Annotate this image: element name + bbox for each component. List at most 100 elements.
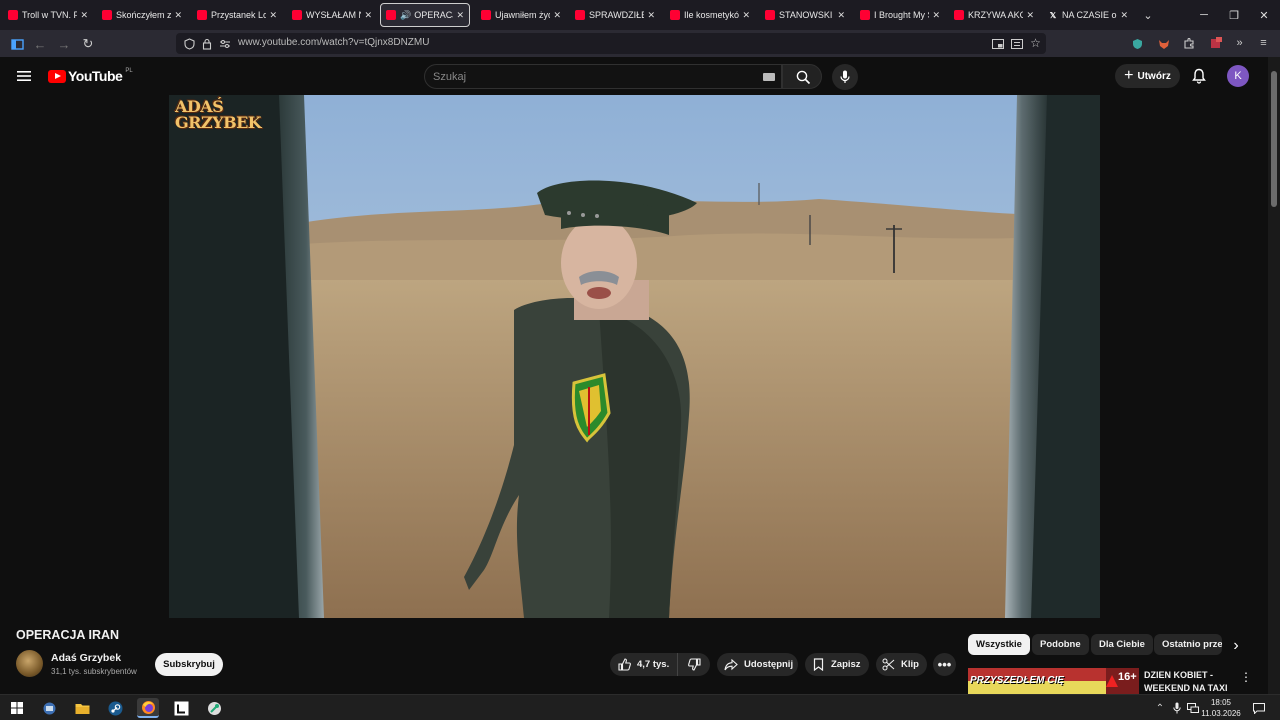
search-input[interactable] [433, 69, 743, 85]
close-tab-icon[interactable]: ✕ [269, 10, 277, 21]
minimize-icon[interactable]: ─ [1188, 0, 1220, 30]
search-button[interactable] [782, 64, 822, 89]
notifications-icon[interactable] [1252, 701, 1265, 715]
subscribe-button[interactable]: Subskrybuj [155, 653, 223, 676]
youtube-favicon-icon [386, 10, 396, 20]
url-text[interactable]: www.youtube.com/watch?v=tQjnx8DNZMU [238, 37, 429, 48]
video-menu-icon[interactable]: ⋮ [1240, 669, 1252, 685]
guide-menu-icon[interactable] [16, 68, 32, 84]
youtube-favicon-icon [954, 10, 964, 20]
reload-icon[interactable]: ↻ [78, 34, 98, 54]
chip-all[interactable]: Wszystkie [968, 634, 1030, 655]
microphone-tray-icon[interactable] [1171, 701, 1182, 715]
browser-tab[interactable]: Ujawniłem żydo✕ [481, 3, 561, 27]
page-scrollbar[interactable] [1268, 57, 1280, 694]
save-label: Zapisz [831, 659, 861, 670]
address-bar[interactable]: www.youtube.com/watch?v=tQjnx8DNZMU ☆ [176, 33, 1046, 54]
browser-tab[interactable]: 𝕏 NA CZASIE on X✕ [1048, 3, 1128, 27]
system-clock[interactable]: 18:05 11.03.2026 [1198, 697, 1244, 719]
voice-search-button[interactable] [832, 64, 858, 90]
channel-name[interactable]: Adaś Grzybek [51, 652, 121, 664]
picture-in-picture-icon[interactable] [991, 37, 1004, 50]
tray-chevron-icon[interactable]: ⌃ [1154, 701, 1166, 715]
extension-fox-icon[interactable] [1157, 37, 1170, 50]
chip-related[interactable]: Podobne [1032, 634, 1089, 655]
permissions-icon[interactable] [219, 37, 231, 50]
close-tab-icon[interactable]: ✕ [80, 10, 88, 21]
lock-icon[interactable] [201, 37, 213, 50]
scrollbar-thumb[interactable] [1271, 71, 1277, 207]
browser-tab[interactable]: SPRAWDZIŁEM✕ [575, 3, 655, 27]
close-tab-icon[interactable]: ✕ [1026, 10, 1034, 21]
chips-next-chevron-icon[interactable]: › [1228, 637, 1244, 654]
dislike-button[interactable] [678, 653, 710, 676]
close-tab-icon[interactable]: ✕ [553, 10, 561, 21]
browser-tab-strip: Troll w TVN. Po✕ Skończyłem zwi✕ Przysta… [0, 0, 1280, 30]
keyboard-icon[interactable] [763, 73, 775, 81]
channel-avatar[interactable] [16, 650, 43, 677]
reader-view-icon[interactable] [1010, 37, 1023, 50]
youtube-favicon-icon [765, 10, 775, 20]
more-actions-button[interactable]: ••• [933, 653, 956, 676]
account-avatar[interactable]: K [1227, 65, 1249, 87]
close-tab-icon[interactable]: ✕ [837, 10, 845, 21]
close-window-icon[interactable]: ✕ [1248, 0, 1280, 30]
close-tab-icon[interactable]: ✕ [1120, 10, 1128, 21]
browser-tab[interactable]: KRZYWA AKCJA✕ [954, 3, 1034, 27]
recommended-video-title[interactable]: DZIEN KOBIET - WEEKEND NA TAXI [1144, 669, 1239, 695]
tab-list-chevron-icon[interactable]: ⌄ [1132, 0, 1164, 30]
close-tab-icon[interactable]: ✕ [742, 10, 750, 21]
windows-start-icon[interactable] [6, 698, 28, 718]
browser-tab[interactable]: Skończyłem zwi✕ [102, 3, 182, 27]
notion-app-icon[interactable] [170, 698, 192, 718]
youtube-logo[interactable]: YouTube PL [48, 68, 133, 84]
forward-arrow-icon[interactable]: → [54, 34, 74, 54]
close-tab-icon[interactable]: ✕ [932, 10, 940, 21]
browser-tab[interactable]: WYSŁAŁAM NA✕ [292, 3, 372, 27]
scissors-icon [882, 658, 895, 671]
extensions-puzzle-icon[interactable] [1183, 37, 1196, 50]
close-tab-icon[interactable]: ✕ [647, 10, 655, 21]
media-app-icon[interactable] [203, 698, 225, 718]
thumbs-up-icon [618, 658, 631, 671]
close-tab-icon[interactable]: ✕ [174, 10, 182, 21]
browser-tab-active[interactable]: 🔊OPERACJA I✕ [380, 3, 470, 27]
age-badge: 16+ [1118, 671, 1137, 683]
browser-tab[interactable]: Troll w TVN. Po✕ [8, 3, 88, 27]
microphone-icon [839, 69, 851, 85]
video-frame [169, 95, 1100, 618]
firefox-icon[interactable] [137, 698, 159, 718]
extension-shield-icon[interactable] [1131, 37, 1144, 50]
tab-label: WYSŁAŁAM NA [306, 10, 361, 20]
file-explorer-icon[interactable] [71, 698, 93, 718]
browser-tab[interactable]: STANOWSKI UJ✕ [765, 3, 845, 27]
shield-icon[interactable] [183, 37, 195, 50]
menu-hamburger-icon[interactable]: ≡ [1257, 36, 1270, 50]
back-arrow-icon[interactable]: ← [30, 34, 50, 54]
browser-tab[interactable]: I Brought My Se✕ [860, 3, 940, 27]
notifications-bell-icon[interactable] [1191, 67, 1207, 85]
restore-icon[interactable]: ❐ [1218, 0, 1250, 30]
share-button[interactable]: Udostępnij [717, 653, 798, 676]
like-button[interactable]: 4,7 tys. [610, 653, 678, 676]
chip-recently-uploaded[interactable]: Ostatnio prze [1154, 634, 1222, 655]
extension-badge-icon[interactable] [1209, 35, 1223, 50]
close-tab-icon[interactable]: ✕ [456, 10, 464, 21]
steam-icon[interactable] [104, 698, 126, 718]
bookmark-star-icon[interactable]: ☆ [1029, 36, 1042, 50]
sidebar-toggle-icon[interactable] [7, 34, 27, 54]
clip-button[interactable]: Klip [876, 653, 927, 676]
create-button[interactable]: + Utwórz [1115, 64, 1180, 88]
browser-tab[interactable]: Przystanek Lom✕ [197, 3, 277, 27]
more-tools-chevron-icon[interactable]: » [1233, 36, 1246, 50]
browser-nav-bar: ← → ↻ www.youtube.com/watch?v=tQjnx8DNZM… [0, 30, 1280, 57]
network-globe-icon[interactable] [38, 698, 60, 718]
browser-tab[interactable]: Ile kosmetyków ✕ [670, 3, 750, 27]
video-player[interactable]: ADAŚ GRZYBEK [169, 95, 1100, 618]
save-button[interactable]: Zapisz [805, 653, 869, 676]
recommended-video-thumbnail[interactable]: PRZYSZEDŁEM CIĘ 16+ [968, 668, 1139, 694]
clip-label: Klip [901, 659, 919, 670]
chip-for-you[interactable]: Dla Ciebie [1091, 634, 1153, 655]
speaker-icon[interactable]: 🔊 [400, 10, 411, 21]
close-tab-icon[interactable]: ✕ [364, 10, 372, 21]
